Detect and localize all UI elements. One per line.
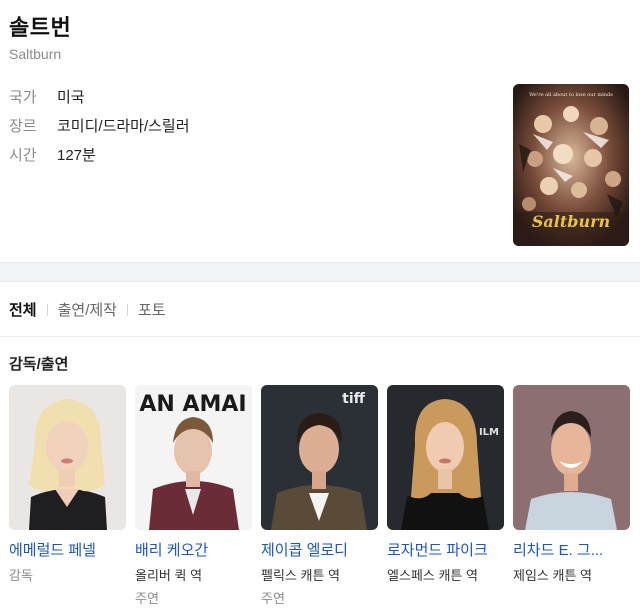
person-role: 펠릭스 캐튼 역 xyxy=(261,568,340,583)
movie-poster[interactable]: We're all about to lose our minds Saltbu… xyxy=(513,84,629,246)
person-image xyxy=(513,385,630,530)
cast-card[interactable]: tiff 제이콥 엘로디 펠릭스 캐튼 역 주연 xyxy=(261,385,378,607)
tab-cast-crew[interactable]: 출연/제작 xyxy=(58,299,117,320)
content-tabs: 전체 출연/제작 포토 xyxy=(9,299,166,320)
person-photo[interactable]: AM ATI ILM xyxy=(387,385,504,530)
person-name[interactable]: 로자먼드 파이크 xyxy=(387,539,504,560)
backdrop-text: AN AMAI xyxy=(139,392,246,417)
info-label: 국가 xyxy=(9,89,37,106)
info-label: 시간 xyxy=(9,147,37,164)
cast-card[interactable]: AN AMAI 배리 케오간 올리버 퀵 역 주연 xyxy=(135,385,252,607)
person-image: tiff xyxy=(261,385,378,530)
section-title-director-cast: 감독/출연 xyxy=(9,356,69,373)
tab-photo[interactable]: 포토 xyxy=(138,299,166,320)
person-name[interactable]: 에메럴드 페넬 xyxy=(9,539,126,560)
movie-header: 솔트번 Saltburn 국가 미국 장르 코미디/드라마/스릴러 시간 127… xyxy=(0,0,640,262)
person-role: 감독 xyxy=(9,568,33,583)
person-name[interactable]: 리차드 E. 그... xyxy=(513,539,630,560)
person-name[interactable]: 배리 케오간 xyxy=(135,539,252,560)
poster-tagline: We're all about to lose our minds xyxy=(529,92,613,98)
info-value: 127분 xyxy=(57,147,96,164)
cast-card[interactable]: AM ATI ILM 로자먼드 파이크 엘스페스 캐튼 역 xyxy=(387,385,504,607)
person-role: 제임스 캐튼 역 xyxy=(513,568,592,583)
poster-image: We're all about to lose our minds Saltbu… xyxy=(513,84,629,246)
person-role: 올리버 퀵 역 xyxy=(135,568,203,583)
cast-card[interactable]: 에메럴드 페넬 감독 xyxy=(9,385,126,607)
info-row-genre: 장르 코미디/드라마/스릴러 xyxy=(9,115,190,136)
original-title: Saltburn xyxy=(9,46,62,62)
person-image: AN AMAI xyxy=(135,385,252,530)
section-divider xyxy=(0,262,640,282)
person-photo[interactable]: tiff xyxy=(261,385,378,530)
cast-card[interactable]: 리차드 E. 그... 제임스 캐튼 역 xyxy=(513,385,630,607)
person-billing: 주연 xyxy=(135,591,159,606)
person-billing: 주연 xyxy=(261,591,285,606)
backdrop-text: tiff xyxy=(342,391,365,407)
tabs-underline xyxy=(0,336,640,337)
poster-title: Saltburn xyxy=(532,212,610,231)
info-label: 장르 xyxy=(9,118,37,135)
info-row-runtime: 시간 127분 xyxy=(9,144,96,165)
person-photo[interactable] xyxy=(513,385,630,530)
person-image: AM ATI ILM xyxy=(387,385,504,530)
person-role: 엘스페스 캐튼 역 xyxy=(387,568,478,583)
person-name[interactable]: 제이콥 엘로디 xyxy=(261,539,378,560)
person-photo[interactable] xyxy=(9,385,126,530)
tab-divider xyxy=(46,303,48,316)
info-value: 미국 xyxy=(57,89,85,106)
info-row-country: 국가 미국 xyxy=(9,86,85,107)
cast-list: 에메럴드 페넬 감독 AN AMAI 배리 케오간 올리버 퀵 역 주연 tif… xyxy=(9,385,639,607)
info-value: 코미디/드라마/스릴러 xyxy=(57,118,190,135)
person-photo[interactable]: AN AMAI xyxy=(135,385,252,530)
tab-all[interactable]: 전체 xyxy=(9,299,37,320)
tab-divider xyxy=(126,303,128,316)
person-image xyxy=(9,385,126,530)
page-title: 솔트번 xyxy=(9,15,72,40)
